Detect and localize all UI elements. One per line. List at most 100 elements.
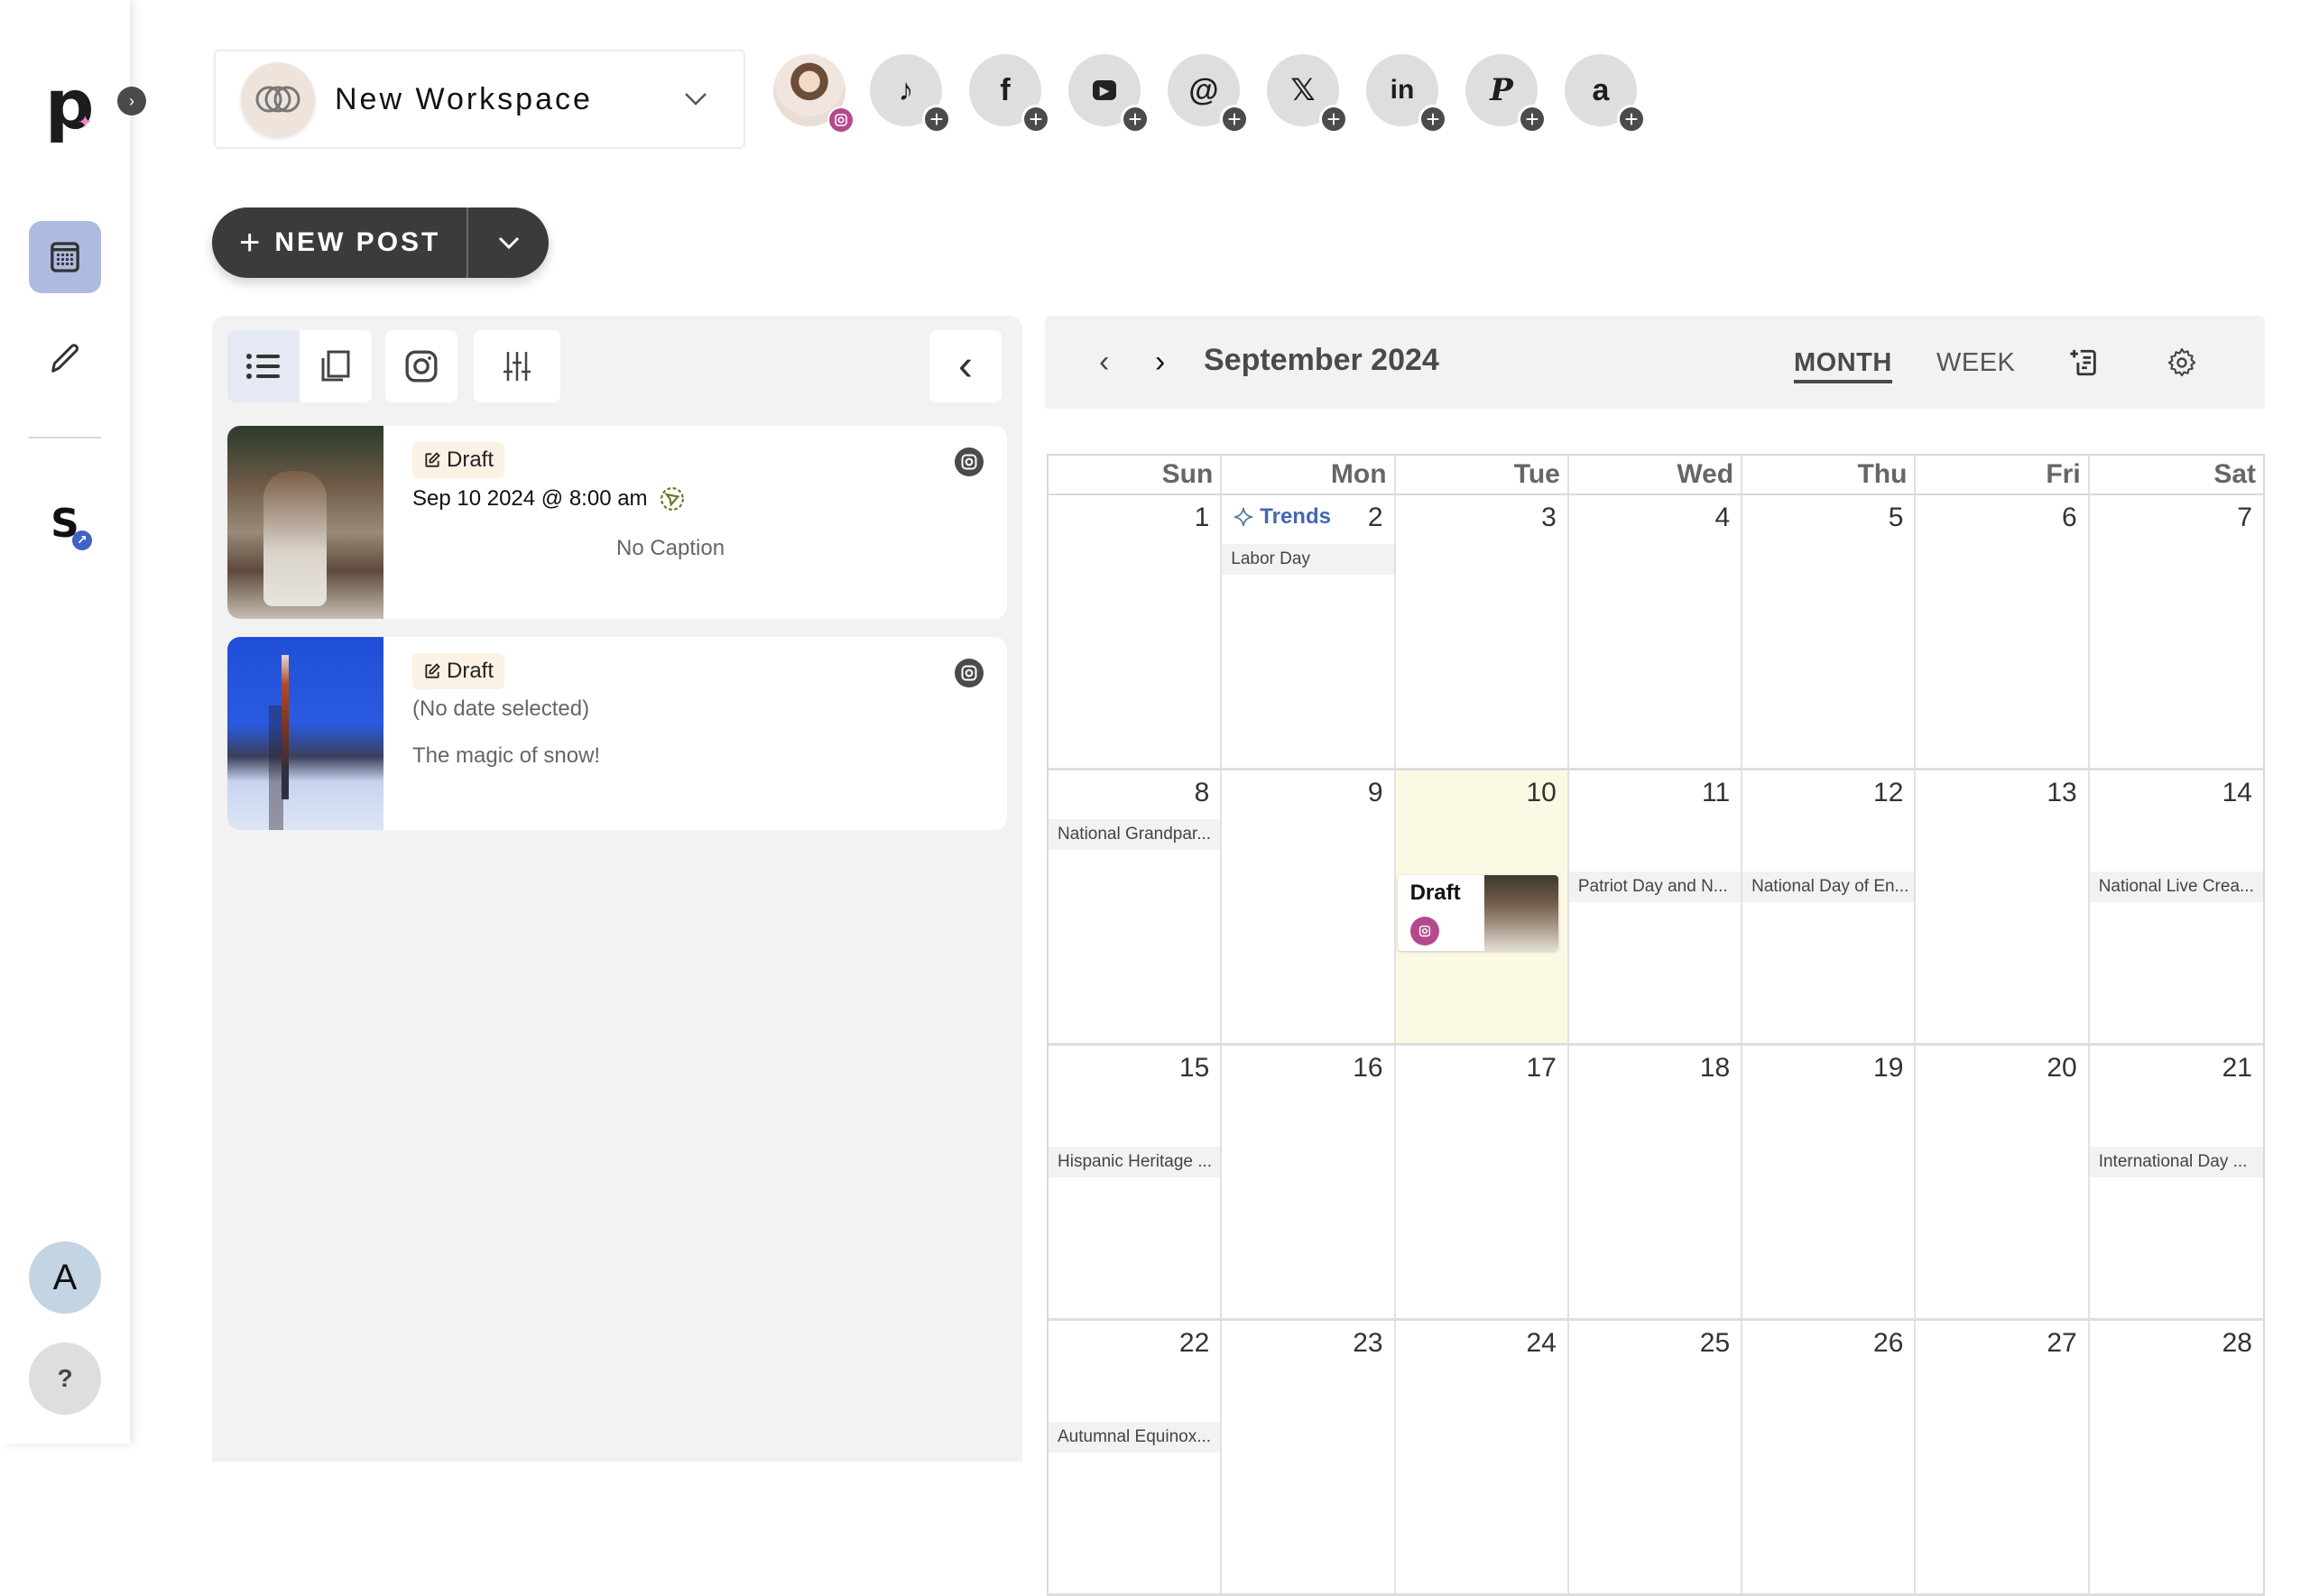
add-amazon-account-button[interactable]: a + xyxy=(1565,54,1646,134)
connected-account-avatar[interactable] xyxy=(773,54,855,134)
tab-week[interactable]: WEEK xyxy=(1936,348,2015,378)
week-row: 22 Autumnal Equinox... 23 24 25 26 27 28 xyxy=(1047,1321,2265,1596)
day-cell[interactable]: 17 xyxy=(1396,1046,1569,1318)
day-cell[interactable]: 11 Patriot Day and N... xyxy=(1568,770,1743,1043)
day-number: 28 xyxy=(2222,1328,2252,1358)
day-number: 13 xyxy=(2047,778,2077,807)
day-cell[interactable]: 27 xyxy=(1916,1321,2090,1593)
new-post-options-button[interactable] xyxy=(468,208,549,278)
add-tiktok-account-button[interactable]: ♪ + xyxy=(870,54,951,134)
day-cell[interactable]: 7 xyxy=(2090,495,2263,768)
account-avatar[interactable]: A xyxy=(29,1241,101,1314)
day-cell[interactable]: 8 National Grandpar... xyxy=(1049,770,1223,1043)
new-post-button[interactable]: + NEW POST xyxy=(212,208,468,278)
add-x-account-button[interactable]: 𝕏 + xyxy=(1267,54,1348,134)
post-card[interactable]: Draft Sep 10 2024 @ 8:00 am No Caption xyxy=(227,426,1007,619)
grid-view-button[interactable] xyxy=(300,330,372,402)
add-facebook-account-button[interactable]: f + xyxy=(969,54,1050,134)
holiday-label[interactable]: Autumnal Equinox... xyxy=(1049,1422,1221,1453)
day-cell[interactable]: 5 xyxy=(1742,495,1917,768)
post-caption: The magic of snow! xyxy=(412,743,601,768)
workspace-selector[interactable]: New Workspace xyxy=(214,50,745,149)
day-cell[interactable]: 2 Trends Labor Day xyxy=(1222,495,1396,768)
calendar-settings-button[interactable] xyxy=(2164,345,2200,381)
instagram-filter-button[interactable] xyxy=(385,330,457,402)
instagram-icon xyxy=(955,659,984,687)
sidebar-item-linked-app[interactable]: S ↗ xyxy=(29,487,101,559)
day-cell[interactable]: 15 Hispanic Heritage ... xyxy=(1049,1046,1223,1318)
day-cell[interactable]: 16 xyxy=(1222,1046,1396,1318)
post-date: Sep 10 2024 @ 8:00 am xyxy=(412,485,686,512)
help-icon: ? xyxy=(57,1364,73,1392)
day-cell[interactable]: 24 xyxy=(1396,1321,1569,1593)
add-pinterest-account-button[interactable]: P + xyxy=(1465,54,1547,134)
next-month-button[interactable]: › xyxy=(1155,346,1165,377)
day-cell[interactable]: 23 xyxy=(1222,1321,1396,1593)
collapse-panel-button[interactable]: ‹ xyxy=(929,330,1002,402)
event-thumbnail xyxy=(1483,875,1558,951)
sidebar-item-calendar[interactable] xyxy=(29,221,101,293)
day-cell[interactable]: 25 xyxy=(1569,1321,1743,1593)
plus-icon: + xyxy=(1617,105,1646,134)
holiday-label[interactable]: National Day of En... xyxy=(1742,872,1915,902)
add-list-icon xyxy=(2070,349,2096,376)
add-linkedin-account-button[interactable]: in + xyxy=(1366,54,1447,134)
holiday-label[interactable]: International Day ... xyxy=(2089,1147,2263,1177)
day-cell[interactable]: 21 International Day ... xyxy=(2089,1046,2263,1318)
day-cell[interactable]: 6 xyxy=(1916,495,2090,768)
post-card[interactable]: Draft (No date selected) The magic of sn… xyxy=(227,637,1007,830)
chevron-left-icon: ‹ xyxy=(958,342,973,390)
day-cell[interactable]: 28 xyxy=(2090,1321,2263,1593)
day-cell[interactable]: 22 Autumnal Equinox... xyxy=(1049,1321,1223,1593)
day-number: 5 xyxy=(1888,503,1904,532)
rings-icon xyxy=(255,86,300,113)
day-number: 15 xyxy=(1178,1053,1210,1083)
day-cell[interactable]: 1 xyxy=(1049,495,1223,768)
calendar-post-event[interactable]: Draft xyxy=(1397,875,1558,951)
day-number: 21 xyxy=(2222,1053,2252,1083)
day-cell[interactable]: 10 Draft xyxy=(1395,770,1569,1043)
day-cell[interactable]: 4 xyxy=(1569,495,1743,768)
day-cell[interactable]: 26 xyxy=(1742,1321,1917,1593)
day-cell[interactable]: 18 xyxy=(1569,1046,1743,1318)
holiday-label[interactable]: Hispanic Heritage ... xyxy=(1049,1147,1221,1177)
weekday-fri: Fri xyxy=(1916,456,2090,494)
week-row: 1 2 Trends Labor Day 3 4 5 6 7 xyxy=(1047,495,2265,770)
day-cell[interactable]: 19 xyxy=(1742,1046,1917,1318)
list-icon xyxy=(246,354,280,379)
day-number: 19 xyxy=(1873,1053,1904,1083)
day-cell[interactable]: 14 National Live Crea... xyxy=(2089,770,2263,1043)
sidebar-item-compose[interactable] xyxy=(29,323,101,395)
holiday-label[interactable]: Patriot Day and N... xyxy=(1568,872,1742,902)
tab-month[interactable]: MONTH xyxy=(1794,348,1892,383)
day-cell[interactable]: 12 National Day of En... xyxy=(1742,770,1917,1043)
list-view-button[interactable] xyxy=(227,330,300,402)
holiday-label[interactable]: Labor Day xyxy=(1222,544,1394,575)
prev-month-button[interactable]: ‹ xyxy=(1099,346,1109,377)
x-icon: 𝕏 xyxy=(1290,73,1316,107)
expand-sidebar-button[interactable]: › xyxy=(117,87,146,115)
day-cell[interactable]: 9 xyxy=(1222,770,1396,1043)
add-threads-account-button[interactable]: @ + xyxy=(1168,54,1249,134)
holiday-label[interactable]: National Grandpar... xyxy=(1049,819,1221,850)
day-cell[interactable]: 20 xyxy=(1916,1046,2090,1318)
gear-icon xyxy=(2167,347,2196,377)
add-note-button[interactable] xyxy=(2066,345,2102,381)
calendar-toolbar: ‹ › September 2024 MONTH WEEK xyxy=(1045,316,2265,409)
plus-icon: + xyxy=(1418,105,1447,134)
post-date-text: Sep 10 2024 @ 8:00 am xyxy=(412,486,648,511)
trends-label: Trends xyxy=(1260,504,1331,529)
day-number: 17 xyxy=(1526,1053,1557,1083)
weekday-sat: Sat xyxy=(2213,459,2256,489)
weekday-wed: Wed xyxy=(1569,456,1743,494)
holiday-label[interactable]: National Live Crea... xyxy=(2089,872,2263,902)
day-number: 11 xyxy=(1701,778,1731,807)
help-button[interactable]: ? xyxy=(29,1342,101,1415)
day-cell[interactable]: 3 xyxy=(1396,495,1569,768)
week-row: 15 Hispanic Heritage ... 16 17 18 19 20 21 Inter… xyxy=(1047,1046,2265,1321)
filters-button[interactable] xyxy=(474,330,560,402)
add-youtube-account-button[interactable]: ▶ + xyxy=(1068,54,1150,134)
day-number: 12 xyxy=(1873,778,1904,807)
trends-link[interactable]: Trends xyxy=(1233,504,1331,530)
day-cell[interactable]: 13 xyxy=(1916,770,2090,1043)
